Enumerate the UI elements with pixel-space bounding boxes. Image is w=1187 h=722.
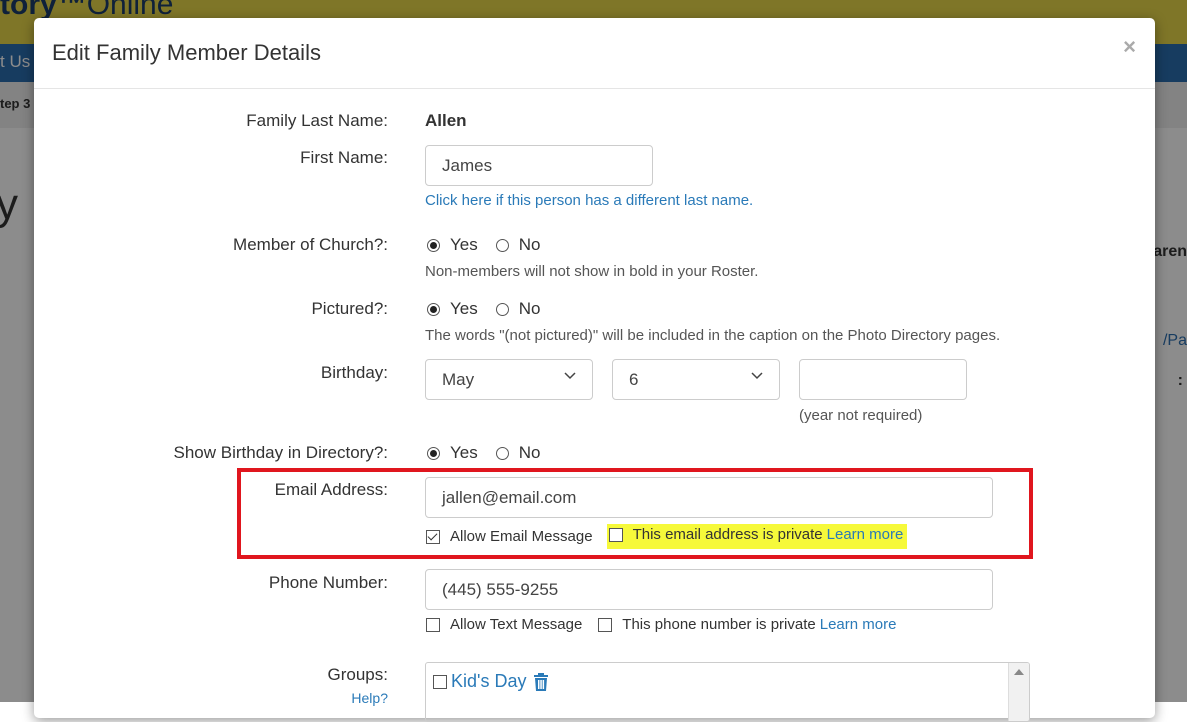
show-birthday-yes-label: Yes [450, 443, 478, 462]
member-radio-group: Yes No [427, 235, 540, 255]
phone-private-checkbox[interactable] [598, 617, 613, 632]
email-private-checkbox[interactable] [608, 527, 623, 542]
pictured-radio-group: Yes No [427, 299, 540, 319]
show-birthday-yes-radio[interactable] [427, 446, 440, 460]
chevron-down-icon [751, 372, 763, 380]
show-birthday-no-label: No [518, 443, 541, 462]
birthday-year-help: (year not required) [799, 407, 923, 424]
birthday-month-select[interactable]: May [425, 359, 593, 400]
pictured-label: Pictured?: [311, 299, 388, 318]
modal-title: Edit Family Member Details [52, 40, 321, 65]
phone-options-row: Allow Text Message This phone number is … [426, 616, 896, 633]
email-label: Email Address: [274, 480, 388, 499]
groups-list: Kid's Day [425, 662, 1030, 722]
phone-learn-more-link[interactable]: Learn more [820, 616, 897, 633]
pictured-no-label: No [518, 299, 541, 318]
allow-email-checkbox[interactable] [426, 529, 440, 544]
allow-email-label: Allow Email Message [450, 528, 593, 545]
close-icon[interactable]: × [1123, 34, 1136, 60]
email-options-row: Allow Email Message This email address i… [426, 524, 908, 549]
member-no-radio[interactable] [495, 238, 509, 252]
phone-private-label: This phone number is private [622, 616, 816, 633]
birthday-label: Birthday: [320, 363, 388, 382]
scroll-up-icon[interactable] [1014, 669, 1024, 675]
birthday-year-input[interactable] [799, 359, 967, 400]
first-name-label: First Name: [300, 148, 388, 167]
different-last-name-link[interactable]: Click here if this person has a differen… [425, 192, 753, 209]
email-private-label: This email address is private [632, 526, 823, 543]
member-help-text: Non-members will not show in bold in you… [425, 263, 759, 280]
member-yes-radio[interactable] [427, 238, 440, 252]
phone-label: Phone Number: [268, 573, 388, 592]
birthday-month-value: May [442, 370, 475, 389]
pictured-yes-radio[interactable] [427, 302, 440, 316]
groups-help-link[interactable]: Help? [351, 690, 388, 706]
trash-icon[interactable] [532, 672, 550, 692]
groups-label: Groups: [327, 665, 388, 684]
chevron-down-icon [564, 372, 576, 380]
modal-header: Edit Family Member Details × [34, 18, 1155, 89]
pictured-help-text: The words "(not pictured)" will be inclu… [425, 327, 1001, 344]
member-of-church-label: Member of Church?: [233, 235, 388, 254]
birthday-day-value: 6 [629, 370, 639, 389]
email-input[interactable]: jallen@email.com [425, 477, 993, 518]
member-no-label: No [518, 235, 541, 254]
pictured-no-radio[interactable] [495, 302, 509, 316]
email-learn-more-link[interactable]: Learn more [827, 526, 904, 543]
group-checkbox[interactable] [433, 674, 447, 689]
allow-text-checkbox[interactable] [426, 617, 440, 632]
phone-input[interactable]: (445) 555-9255 [425, 569, 993, 610]
show-birthday-label: Show Birthday in Directory?: [173, 443, 388, 462]
family-last-name-label: Family Last Name: [246, 111, 388, 130]
edit-family-member-modal: Edit Family Member Details × Family Last… [34, 18, 1155, 722]
pictured-yes-label: Yes [450, 299, 478, 318]
family-last-name-value: Allen [425, 111, 467, 130]
groups-scrollbar[interactable] [1008, 663, 1029, 721]
first-name-input[interactable]: James [425, 145, 653, 186]
birthday-day-select[interactable]: 6 [612, 359, 780, 400]
group-name-link[interactable]: Kid's Day [451, 671, 526, 692]
show-birthday-no-radio[interactable] [495, 446, 509, 460]
show-birthday-radio-group: Yes No [427, 443, 540, 463]
email-private-highlight: This email address is private Learn more [606, 524, 908, 549]
allow-text-label: Allow Text Message [450, 616, 583, 633]
group-item: Kid's Day [433, 671, 550, 692]
member-yes-label: Yes [450, 235, 478, 254]
